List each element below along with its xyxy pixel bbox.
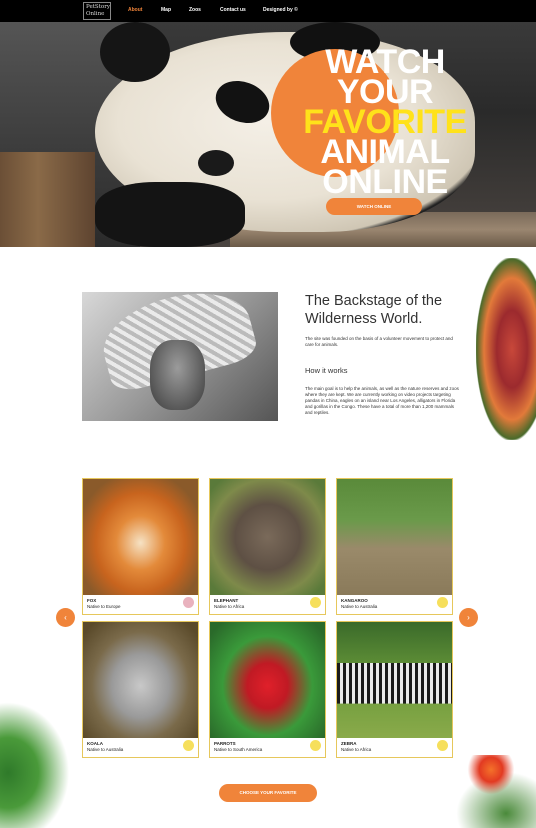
carousel-prev-arrow-icon[interactable]: ‹ [56, 608, 75, 627]
decorative-leaves [476, 258, 536, 440]
nav-item-map[interactable]: Map [161, 7, 171, 13]
watch-online-button[interactable]: WATCH ONLINE [326, 198, 422, 215]
choose-favorite-button[interactable]: CHOOSE YOUR FAVORITE [219, 784, 317, 802]
elephant-photo [210, 479, 325, 595]
panda-ear [100, 22, 170, 82]
panda-paw [95, 182, 245, 247]
top-nav: PetStory Online About Map Zoos Contact u… [0, 0, 536, 22]
animal-origin: Native to South America [214, 747, 263, 752]
how-it-works-text: The main goal is to help the animals, as… [305, 386, 459, 415]
favorite-icon[interactable] [437, 740, 448, 751]
animal-origin: Native to Australia [341, 604, 378, 609]
nav-item-contact[interactable]: Contact us [220, 7, 246, 13]
about-photo [82, 292, 278, 421]
animal-name: ZEBRA [341, 741, 357, 746]
animal-card-koala[interactable]: KOALA Native to Australia [82, 621, 199, 758]
animal-origin: Native to Africa [341, 747, 372, 752]
animal-origin: Native to Africa [214, 604, 245, 609]
parrots-photo [210, 622, 325, 738]
animal-card-parrots[interactable]: PARROTS Native to South America [209, 621, 326, 758]
animal-card-fox[interactable]: FOX Native to Europe [82, 478, 199, 615]
panda-nose [198, 150, 234, 176]
hero-line-5: ONLINE [322, 163, 448, 201]
nav-item-about[interactable]: About [128, 7, 142, 13]
favorite-icon[interactable] [310, 740, 321, 751]
wooden-log [0, 152, 95, 247]
about-title: The Backstage of the Wilderness World. [305, 293, 443, 327]
site-logo[interactable]: PetStory Online [83, 2, 111, 20]
hero-banner: WATCH YOUR FAVORITE ANIMAL ONLINE WATCH … [0, 22, 536, 247]
kangaroo-photo [337, 479, 452, 595]
fox-photo [83, 479, 198, 595]
hero-headline: WATCH YOUR FAVORITE ANIMAL ONLINE [300, 45, 470, 201]
animal-name: ELEPHANT [214, 598, 239, 603]
decorative-plant [0, 690, 80, 828]
animal-origin: Native to Europe [87, 604, 121, 609]
zebra-photo [337, 622, 452, 738]
nav-item-designed-by[interactable]: Designed by © [263, 7, 298, 13]
favorite-icon[interactable] [310, 597, 321, 608]
koala-photo [83, 622, 198, 738]
animal-card-kangaroo[interactable]: KANGAROO Native to Australia [336, 478, 453, 615]
animal-name: PARROTS [214, 741, 236, 746]
animal-card-zebra[interactable]: ZEBRA Native to Africa [336, 621, 453, 758]
how-it-works-title: How it works [305, 366, 348, 375]
animal-name: FOX [87, 598, 97, 603]
animal-origin: Native to Australia [87, 747, 124, 752]
animal-card-elephant[interactable]: ELEPHANT Native to Africa [209, 478, 326, 615]
about-intro: The site was founded on the basis of a v… [305, 336, 453, 347]
elder-face [150, 340, 205, 410]
animal-name: KANGAROO [341, 598, 368, 603]
logo-line-1: PetStory [86, 4, 110, 10]
favorite-icon[interactable] [183, 740, 194, 751]
favorite-icon[interactable] [437, 597, 448, 608]
logo-line-2: Online [86, 11, 105, 17]
nav-item-zoos[interactable]: Zoos [189, 7, 201, 13]
animal-name: KOALA [87, 741, 103, 746]
bird-of-paradise-flower [436, 755, 536, 828]
favorite-icon[interactable] [183, 597, 194, 608]
carousel-next-arrow-icon[interactable]: › [459, 608, 478, 627]
